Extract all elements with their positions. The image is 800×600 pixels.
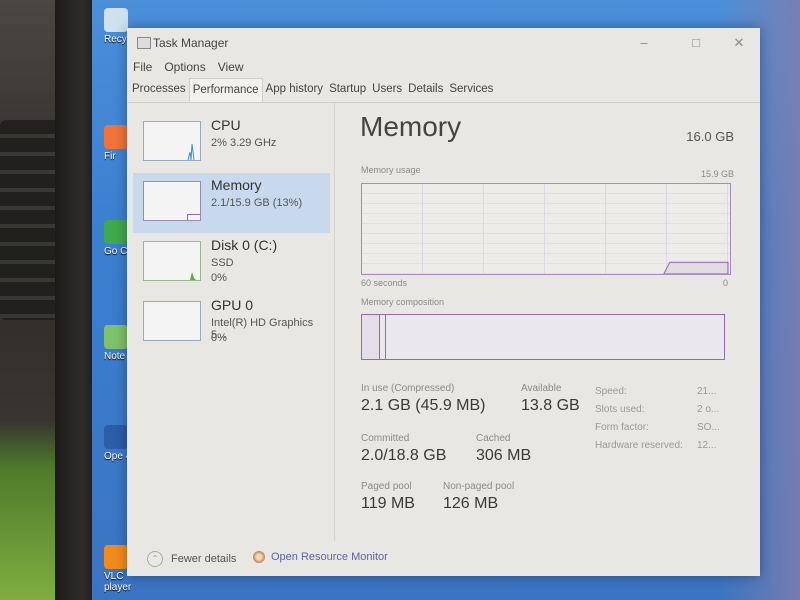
menu-view[interactable]: View (216, 58, 246, 78)
non-paged-pool-value: 126 MB (443, 495, 499, 512)
form-factor-label: Form factor: (595, 422, 649, 433)
slots-used-label: Slots used: (595, 404, 645, 415)
close-button[interactable]: ✕ (727, 34, 751, 52)
memory-usage-label: Memory usage (361, 165, 421, 175)
app-icon (104, 8, 128, 32)
memory-usage-max: 15.9 GB (700, 169, 734, 179)
cpu-label: CPU (211, 117, 241, 133)
panel-title: Memory (360, 111, 462, 142)
app-icon (104, 125, 128, 149)
fewer-details-button[interactable]: ⌃ Fewer details (147, 551, 236, 567)
tab-users[interactable]: Users (369, 78, 405, 102)
composition-modified (379, 315, 387, 359)
hardware-reserved-label: Hardware reserved: (595, 440, 683, 451)
memory-usage: 2.1/15.9 GB (13%) (211, 197, 303, 209)
stat-cached: Cached 306 MB (476, 433, 531, 465)
in-use-label: In use (Compressed) (361, 383, 455, 394)
tab-bar: Processes Performance App history Startu… (127, 78, 760, 103)
paged-pool-value: 119 MB (361, 495, 415, 512)
sidebar-item-cpu[interactable]: CPU 2% 3.29 GHz (133, 113, 330, 173)
committed-value: 2.0/18.8 GB (361, 447, 447, 464)
memory-label: Memory (211, 177, 262, 193)
memory-mini-graph (143, 181, 201, 221)
laptop-keyboard (0, 120, 60, 320)
menu-file[interactable]: File (131, 58, 154, 78)
cached-value: 306 MB (476, 447, 532, 464)
available-value: 13.8 GB (521, 397, 580, 414)
sidebar-item-disk[interactable]: Disk 0 (C:) SSD 0% (133, 233, 330, 293)
footer: ⌃ Fewer details Open Resource Monitor (127, 541, 760, 576)
cached-label: Cached (476, 433, 511, 444)
total-memory: 16.0 GB (686, 129, 734, 144)
stat-paged-pool: Paged pool 119 MB (361, 481, 415, 513)
memory-composition-bar (361, 314, 725, 360)
disk-mini-graph (143, 241, 201, 281)
composition-in-use (362, 315, 381, 359)
speed-value: 21... (697, 386, 717, 397)
resource-sidebar: CPU 2% 3.29 GHz Memory 2.1/15.9 GB (13%)… (127, 103, 335, 541)
sidebar-item-gpu[interactable]: GPU 0 Intel(R) HD Graphics 5... 0% (133, 293, 330, 353)
memory-panel: Memory 16.0 GB Memory usage 15.9 GB 60 s… (335, 103, 760, 541)
disk-usage: 0% (211, 272, 227, 284)
non-paged-pool-label: Non-paged pool (443, 481, 515, 492)
form-factor-value: SO... (697, 422, 720, 433)
committed-label: Committed (361, 433, 410, 444)
chevron-up-icon: ⌃ (147, 551, 163, 567)
detail-form-factor: Form factor: SO... (595, 422, 720, 433)
tab-services[interactable]: Services (446, 78, 496, 102)
detail-speed: Speed: 21... (595, 386, 716, 397)
stat-available: Available 13.8 GB (521, 383, 580, 415)
window-title: Task Manager (153, 36, 229, 50)
memory-usage-graph (361, 183, 731, 275)
resource-monitor-icon (253, 551, 265, 563)
open-resource-monitor-link[interactable]: Open Resource Monitor (253, 551, 388, 563)
maximize-button[interactable]: □ (684, 34, 708, 52)
memory-composition-label: Memory composition (361, 297, 445, 307)
detail-hardware-reserved: Hardware reserved: 12... (595, 440, 716, 451)
tab-performance[interactable]: Performance (188, 78, 263, 102)
tab-processes[interactable]: Processes (129, 78, 189, 102)
app-icon (104, 545, 128, 569)
resource-monitor-label: Open Resource Monitor (271, 551, 388, 563)
fewer-details-label: Fewer details (171, 553, 237, 565)
detail-slots-used: Slots used: 2 o... (595, 404, 719, 415)
stat-non-paged-pool: Non-paged pool 126 MB (443, 481, 514, 513)
graph-time-right: 0 (722, 278, 728, 288)
task-manager-icon (137, 37, 151, 49)
tab-startup[interactable]: Startup (326, 78, 369, 102)
cpu-usage: 2% 3.29 GHz (211, 137, 277, 149)
gpu-usage: 0% (211, 332, 227, 344)
app-icon (104, 220, 128, 244)
slots-used-value: 2 o... (697, 404, 720, 415)
gpu-mini-graph (143, 301, 201, 341)
app-icon (104, 425, 128, 449)
cpu-mini-graph (143, 121, 201, 161)
tab-app-history[interactable]: App history (263, 78, 327, 102)
sidebar-item-memory[interactable]: Memory 2.1/15.9 GB (13%) (133, 173, 330, 233)
menu-options[interactable]: Options (162, 58, 207, 78)
minimize-button[interactable]: – (632, 34, 656, 52)
available-label: Available (521, 383, 562, 394)
gpu-model: Intel(R) HD Graphics 5... (211, 317, 314, 341)
app-icon (104, 325, 128, 349)
memory-usage-line (663, 261, 729, 274)
task-manager-window: Task Manager – □ ✕ File Options View Pro… (127, 28, 760, 576)
in-use-value: 2.1 GB (45.9 MB) (361, 397, 486, 414)
paged-pool-label: Paged pool (361, 481, 412, 492)
speed-label: Speed: (595, 386, 627, 397)
gpu-label: GPU 0 (211, 297, 254, 313)
hardware-reserved-value: 12... (697, 440, 717, 451)
stat-committed: Committed 2.0/18.8 GB (361, 433, 446, 465)
title-bar: Task Manager – □ ✕ (127, 28, 760, 58)
disk-type: SSD (211, 257, 234, 269)
tab-details[interactable]: Details (405, 78, 446, 102)
graph-time-left: 60 seconds (361, 278, 408, 288)
stat-in-use: In use (Compressed) 2.1 GB (45.9 MB) (361, 383, 486, 415)
menu-bar: File Options View (127, 58, 760, 78)
disk-label: Disk 0 (C:) (211, 237, 278, 253)
